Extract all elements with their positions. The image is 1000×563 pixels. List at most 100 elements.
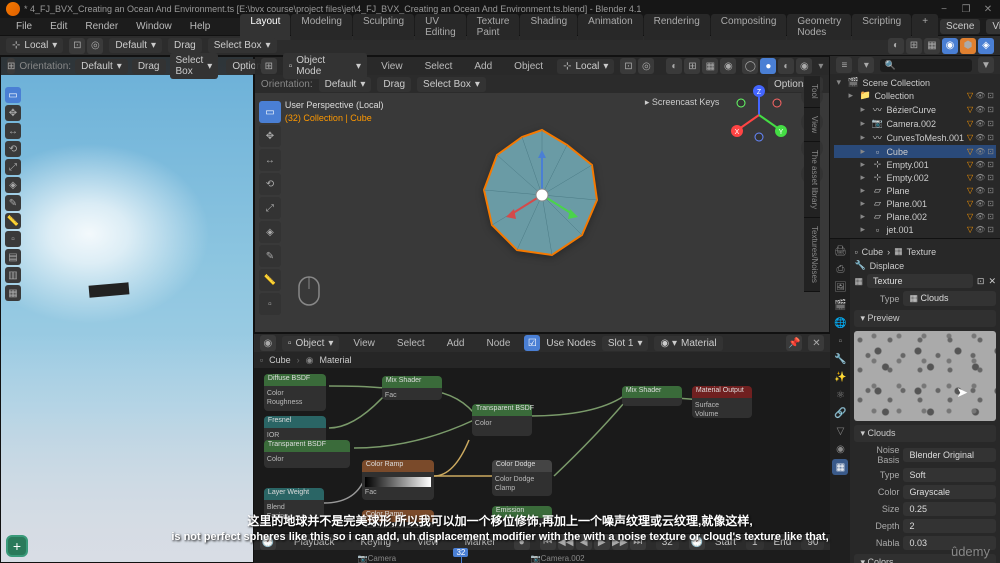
panel-preview[interactable]: ▾ Preview [854, 310, 996, 327]
rv-annot-icon[interactable]: ✎ [5, 195, 21, 211]
p-tex[interactable]: Texture [907, 247, 937, 257]
rtab-tool[interactable]: Tool [804, 76, 820, 108]
marker-cam1[interactable]: 📷Camera [358, 554, 396, 563]
node-ramp[interactable]: Color Ramp Fac [362, 460, 434, 500]
ptab-render[interactable]: 🖨 [832, 243, 848, 259]
vp-cursor-icon[interactable]: ✥ [259, 125, 281, 147]
playhead[interactable] [461, 550, 462, 563]
orientation-dropdown[interactable]: ⊹ Local ▾ [6, 38, 63, 53]
tab-texpaint[interactable]: Texture Paint [467, 14, 520, 40]
p-obj[interactable]: Cube [862, 247, 884, 257]
rv-rotate-icon[interactable]: ⟲ [5, 141, 21, 157]
rtab-asset[interactable]: The asset library [804, 142, 820, 218]
tool1-icon[interactable]: ◐ [888, 38, 904, 54]
ne-x-icon[interactable]: ✕ [808, 335, 824, 351]
timeline-track[interactable]: 📷Camera 📷Camera.002 [254, 550, 831, 563]
tool2-icon[interactable]: ⊞ [906, 38, 922, 54]
vp-overlay-icon[interactable]: ⊞ [684, 58, 700, 74]
ne-slot[interactable]: Slot 1 ▾ [602, 336, 649, 351]
vp-snap2-icon[interactable]: ◎ [638, 58, 654, 74]
ptab-modifier[interactable]: 🔧 [832, 351, 848, 367]
node-trans[interactable]: Transparent BSDF Color [264, 440, 350, 468]
vp-drag2[interactable]: Drag [377, 77, 411, 92]
node-colordodge[interactable]: Color Dodge Color DodgeClamp [492, 460, 552, 496]
ptab-view[interactable]: 🖼 [832, 279, 848, 295]
vp-measure-icon[interactable]: 📏 [259, 269, 281, 291]
snap-icon[interactable]: ⊡ [69, 38, 85, 54]
vp-wire-icon[interactable]: ◯ [742, 58, 758, 74]
vp-add[interactable]: Add [466, 59, 500, 74]
rv-t3-icon[interactable]: ▦ [5, 285, 21, 301]
rv-select-icon[interactable]: ▭ [5, 87, 21, 103]
out-scene-coll[interactable]: ▾🎬Scene Collection [834, 76, 996, 89]
tab-script[interactable]: Scripting [852, 14, 911, 40]
bc-mat[interactable]: Material [320, 355, 352, 365]
vp-view[interactable]: View [373, 59, 411, 74]
ne-view[interactable]: View [345, 336, 383, 351]
ne-usenodes-check[interactable]: ☑ [524, 335, 540, 351]
vp-rotate-icon[interactable]: ⟲ [259, 173, 281, 195]
tab-geo[interactable]: Geometry Nodes [787, 14, 851, 40]
ptab-particle[interactable]: ✨ [832, 369, 848, 385]
marker-cam2[interactable]: 📷Camera.002 [531, 554, 585, 563]
rv-t2-icon[interactable]: ▥ [5, 267, 21, 283]
node-mix2[interactable]: Mix Shader [622, 386, 682, 406]
close-button[interactable]: ✕ [982, 3, 994, 15]
bc-obj[interactable]: Cube [269, 355, 291, 365]
outliner-search[interactable]: 🔍 [880, 59, 972, 72]
vp-solid-icon[interactable]: ● [760, 58, 776, 74]
editor-type-icon[interactable]: ⊞ [7, 58, 15, 74]
ptab-texture[interactable]: ▦ [832, 459, 848, 475]
rv-cursor-icon[interactable]: ✥ [5, 105, 21, 121]
selectbox-dropdown[interactable]: Select Box ▾ [208, 38, 277, 53]
vp-transform-icon[interactable]: ◈ [259, 221, 281, 243]
outliner-item-jet-001[interactable]: ▸▫jet.001▽ 👁 ⊡ [834, 223, 996, 236]
rv-move-icon[interactable]: ↔ [5, 123, 21, 139]
snap2-icon[interactable]: ◎ [87, 38, 103, 54]
rv-selbox[interactable]: Select Box ▾ [170, 53, 219, 79]
viewport-3d[interactable]: ⊞ ▫ Object Mode ▾ View Select Add Object… [254, 56, 831, 333]
ne-type-icon[interactable]: ◉ [260, 335, 276, 351]
rtab-view[interactable]: View [804, 108, 820, 142]
menu-help[interactable]: Help [182, 19, 219, 34]
p-texsel[interactable]: Texture [867, 274, 973, 288]
tool4-icon[interactable]: ◉ [942, 38, 958, 54]
ne-canvas[interactable]: Diffuse BSDF ColorRoughness Fresnel IOR … [254, 368, 831, 533]
ne-add[interactable]: Add [439, 336, 473, 351]
node-diffuse[interactable]: Diffuse BSDF ColorRoughness [264, 374, 326, 411]
ne-material[interactable]: ◉ ▾ Material [654, 336, 722, 351]
rv-drag[interactable]: Drag [132, 59, 166, 74]
out-display-icon[interactable]: ▾ [858, 57, 874, 73]
p-ccolor[interactable]: Grayscale [903, 485, 996, 499]
vp-xray1-icon[interactable]: ▦ [702, 58, 718, 74]
viewlayer-dropdown[interactable]: ViewLayer [986, 19, 1000, 34]
outliner-item-camera-002[interactable]: ▸📷Camera.002▽ 👁 ⊡ [834, 117, 996, 130]
vp-addcube-icon[interactable]: ▫ [259, 293, 281, 315]
vp-select[interactable]: Select [417, 59, 461, 74]
tab-layout[interactable]: Layout [240, 14, 290, 40]
maximize-button[interactable]: ❐ [960, 3, 972, 15]
rv-orient[interactable]: Default ▾ [75, 59, 128, 74]
ptab-world[interactable]: 🌐 [832, 315, 848, 331]
ne-pin-icon[interactable]: 📌 [786, 335, 802, 351]
vp-editortype-icon[interactable]: ⊞ [261, 58, 277, 74]
vp-snap1-icon[interactable]: ⊡ [620, 58, 636, 74]
vp-matprev-icon[interactable]: ◐ [778, 58, 794, 74]
tab-shading[interactable]: Shading [520, 14, 577, 40]
vp-mode[interactable]: ▫ Object Mode ▾ [283, 53, 367, 79]
menu-file[interactable]: File [8, 19, 40, 34]
ptab-constraint[interactable]: 🔗 [832, 405, 848, 421]
node-output[interactable]: Material Output SurfaceVolume [692, 386, 752, 418]
outliner-item-b-ziercurve[interactable]: ▸〰BézierCurve▽ 👁 ⊡ [834, 102, 996, 117]
ptab-output[interactable]: ⎙ [832, 261, 848, 277]
tab-sculpting[interactable]: Sculpting [353, 14, 414, 40]
tool3-icon[interactable]: ▦ [924, 38, 940, 54]
outliner-item-plane[interactable]: ▸▱Plane▽ 👁 ⊡ [834, 184, 996, 197]
rv-measure-icon[interactable]: 📏 [5, 213, 21, 229]
rtab-textures[interactable]: Textures/Noises [804, 218, 820, 292]
node-editor[interactable]: ◉ ▫ Object ▾ View Select Add Node ☑ Use … [254, 333, 831, 533]
node-mix1[interactable]: Mix Shader Fac [382, 376, 442, 400]
menu-edit[interactable]: Edit [42, 19, 75, 34]
vp-gizmo-icon[interactable]: ◐ [666, 58, 682, 74]
ne-select[interactable]: Select [389, 336, 433, 351]
